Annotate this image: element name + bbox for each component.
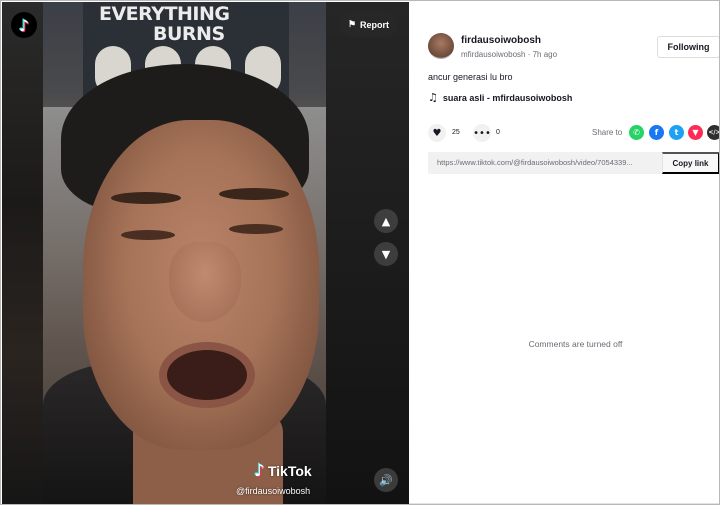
comment-button[interactable]: ••• bbox=[473, 124, 491, 142]
poster-title-line2: BURNS bbox=[153, 23, 225, 45]
tiktok-watermark: ♪ TikTok bbox=[254, 461, 312, 481]
like-count: 25 bbox=[452, 129, 460, 136]
details-panel: firdausoiwobosh mfirdausoiwobosh · 7h ag… bbox=[409, 2, 719, 504]
copy-link-button[interactable]: Copy link bbox=[662, 152, 719, 174]
report-button[interactable]: ⚑ Report bbox=[339, 12, 398, 37]
poster-title: EVERYTHING BURNS bbox=[99, 3, 230, 45]
previous-video-button[interactable]: ▲ bbox=[374, 209, 398, 233]
video-blur-backdrop-left bbox=[2, 2, 43, 504]
comment-bubble-icon: ••• bbox=[473, 127, 491, 139]
report-label: Report bbox=[360, 19, 390, 30]
person-brow-right bbox=[219, 188, 289, 200]
avatar[interactable] bbox=[428, 33, 454, 59]
heart-icon: ♥ bbox=[432, 127, 442, 139]
whatsapp-share-icon[interactable]: ✆ bbox=[629, 125, 644, 140]
tiktok-note-icon: ♪ bbox=[254, 461, 265, 481]
chevron-up-icon: ▲ bbox=[381, 214, 391, 228]
video-link-box: https://www.tiktok.com/@firdausoiwobosh/… bbox=[428, 152, 719, 174]
video-player[interactable]: EVERYTHING BURNS ♪ ⚑ Report ▲ ▼ ♪ TikTok… bbox=[2, 2, 409, 504]
share-label: Share to bbox=[592, 128, 623, 137]
music-link[interactable]: ♫ suara asli - mfirdausoiwobosh bbox=[428, 91, 572, 104]
next-video-button[interactable]: ▼ bbox=[374, 242, 398, 266]
video-frame[interactable]: EVERYTHING BURNS bbox=[43, 2, 326, 504]
chevron-down-icon: ▼ bbox=[381, 247, 391, 261]
comments-status: Comments are turned off bbox=[528, 339, 623, 349]
music-title[interactable]: suara asli - mfirdausoiwobosh bbox=[443, 93, 573, 103]
person-mouth bbox=[159, 342, 255, 408]
author-subline: mfirdausoiwobosh · 7h ago bbox=[461, 50, 557, 59]
embed-code-icon[interactable]: </> bbox=[707, 125, 719, 140]
post-time: 7h ago bbox=[532, 50, 558, 59]
author-username[interactable]: firdausoiwobosh bbox=[461, 35, 541, 46]
tiktok-logo-icon[interactable]: ♪ bbox=[11, 12, 37, 38]
person-brow-left bbox=[111, 192, 181, 204]
person-eye-left bbox=[121, 230, 175, 240]
person-eye-right bbox=[229, 224, 283, 234]
person-nose bbox=[169, 242, 241, 322]
poster-title-line1: EVERYTHING bbox=[99, 3, 230, 25]
like-button[interactable]: ♥ bbox=[428, 124, 446, 142]
watermark-username: @firdausoiwobosh bbox=[236, 486, 311, 496]
following-button[interactable]: Following bbox=[657, 36, 719, 58]
comment-count: 0 bbox=[496, 129, 500, 136]
video-link-url[interactable]: https://www.tiktok.com/@firdausoiwobosh/… bbox=[437, 158, 657, 167]
watermark-brand: TikTok bbox=[267, 463, 312, 479]
music-note-icon: ♫ bbox=[428, 91, 438, 104]
facebook-share-icon[interactable]: f bbox=[649, 125, 664, 140]
volume-button[interactable]: 🔊 bbox=[374, 468, 398, 492]
video-caption: ancur generasi lu bro bbox=[428, 72, 513, 82]
browser-frame: EVERYTHING BURNS ♪ ⚑ Report ▲ ▼ ♪ TikTok… bbox=[0, 0, 720, 505]
speaker-icon: 🔊 bbox=[379, 473, 393, 487]
flag-icon: ⚑ bbox=[347, 19, 357, 29]
twitter-share-icon[interactable]: t bbox=[669, 125, 684, 140]
send-share-icon[interactable]: ▼ bbox=[688, 125, 703, 140]
author-handle[interactable]: mfirdausoiwobosh bbox=[461, 50, 525, 59]
